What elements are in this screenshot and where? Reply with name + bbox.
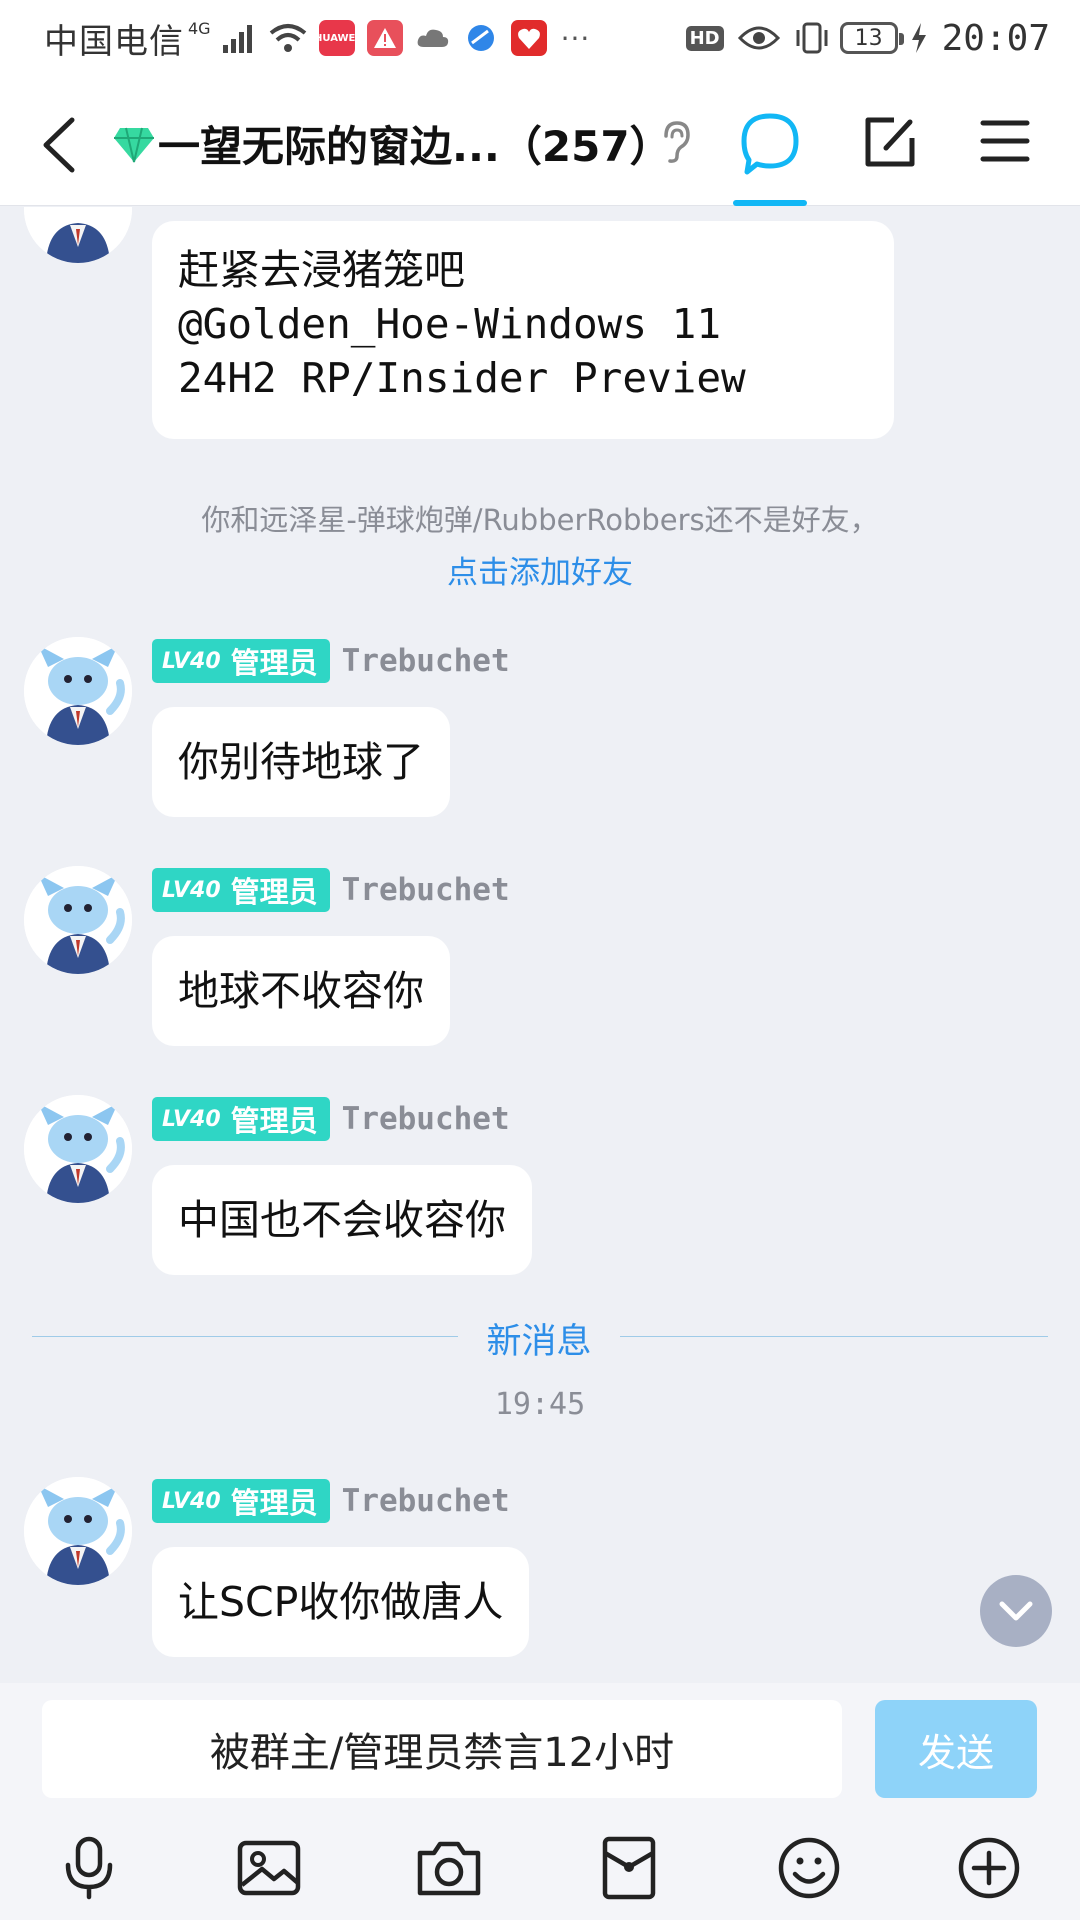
new-messages-label: 新消息 bbox=[486, 1322, 592, 1362]
more-notifications: ··· bbox=[560, 21, 591, 55]
eye-icon bbox=[737, 26, 780, 50]
ear-icon[interactable] bbox=[658, 120, 692, 164]
tab-chat[interactable] bbox=[733, 110, 807, 206]
level-badge: LV40 管理员 bbox=[152, 868, 330, 912]
network-type: 4G bbox=[188, 18, 211, 38]
clock: 20:07 bbox=[941, 17, 1050, 59]
sender-row: LV40 管理员 Trebuchet bbox=[152, 1097, 510, 1141]
character-avatar-icon bbox=[24, 207, 132, 263]
chat-header: 一望无际的窗边...（257） bbox=[0, 76, 1080, 206]
carrier-name: 中国电信 bbox=[44, 21, 184, 62]
sender-row: LV40 管理员 Trebuchet bbox=[152, 1479, 510, 1523]
divider-line bbox=[620, 1336, 1048, 1337]
send-button[interactable]: 发送 bbox=[875, 1700, 1037, 1798]
message-list[interactable]: 赶紧去浸猪笼吧 @Golden_Hoe-Windows 11 24H2 RP/I… bbox=[0, 207, 1080, 1683]
muted-input-field: 被群主/管理员禁言12小时 bbox=[42, 1700, 842, 1798]
friend-notice: 你和远泽星-弹球炮弹/RubberRobbers还不是好友， bbox=[201, 503, 879, 537]
huawei-appgallery-icon: HUAWEI bbox=[314, 20, 359, 56]
message-bubble[interactable]: 赶紧去浸猪笼吧 @Golden_Hoe-Windows 11 24H2 RP/I… bbox=[152, 221, 894, 439]
role-label: 管理员 bbox=[230, 646, 318, 680]
sender-row: LV40 管理员 Trebuchet bbox=[152, 868, 510, 912]
chevron-down-icon bbox=[999, 1601, 1033, 1621]
menu-icon[interactable] bbox=[980, 118, 1030, 164]
level-label: LV40 bbox=[162, 877, 221, 903]
avatar[interactable] bbox=[24, 1477, 132, 1585]
signal-icon bbox=[222, 25, 252, 53]
browser-icon bbox=[463, 20, 499, 56]
image-icon[interactable] bbox=[236, 1835, 302, 1901]
plus-icon[interactable] bbox=[956, 1835, 1022, 1901]
avatar[interactable] bbox=[24, 207, 132, 263]
scroll-to-bottom-button[interactable] bbox=[980, 1575, 1052, 1647]
message-bubble[interactable]: 地球不收容你 bbox=[152, 936, 450, 1046]
level-badge: LV40 管理员 bbox=[152, 639, 330, 683]
avatar[interactable] bbox=[24, 866, 132, 974]
back-button[interactable] bbox=[36, 112, 84, 178]
sender-name[interactable]: Trebuchet bbox=[342, 1483, 510, 1519]
status-bar: 中国电信 4G HUAWEI ··· HD 13 20:07 bbox=[0, 0, 1080, 76]
microphone-icon[interactable] bbox=[56, 1835, 122, 1901]
level-badge: LV40 管理员 bbox=[152, 1097, 330, 1141]
sender-name[interactable]: Trebuchet bbox=[342, 643, 510, 679]
role-label: 管理员 bbox=[230, 1486, 318, 1520]
edit-icon[interactable] bbox=[862, 114, 918, 170]
message-bubble[interactable]: 中国也不会收容你 bbox=[152, 1165, 532, 1275]
character-avatar-icon bbox=[24, 1477, 132, 1585]
divider-line bbox=[32, 1336, 458, 1337]
add-friend-link[interactable]: 点击添加好友 bbox=[0, 547, 1080, 592]
avatar[interactable] bbox=[24, 1095, 132, 1203]
new-messages-divider: 新消息 bbox=[32, 1307, 1048, 1367]
warning-app-icon bbox=[366, 20, 403, 56]
character-avatar-icon bbox=[24, 1095, 132, 1203]
level-label: LV40 bbox=[162, 1488, 221, 1514]
input-area: 被群主/管理员禁言12小时 发送 bbox=[0, 1683, 1080, 1920]
sender-row: LV40 管理员 Trebuchet bbox=[152, 639, 510, 683]
role-label: 管理员 bbox=[230, 1104, 318, 1138]
role-label: 管理员 bbox=[230, 875, 318, 909]
emoji-icon[interactable] bbox=[776, 1835, 842, 1901]
vibrate-icon bbox=[796, 22, 828, 54]
cloud-icon bbox=[415, 20, 451, 56]
diamond-icon bbox=[114, 127, 154, 163]
message-timestamp: 19:45 bbox=[494, 1387, 586, 1422]
level-label: LV40 bbox=[162, 648, 221, 674]
avatar[interactable] bbox=[24, 637, 132, 745]
red-app-icon bbox=[510, 20, 547, 56]
group-title[interactable]: 一望无际的窗边...（257） bbox=[158, 113, 672, 174]
message-bubble[interactable]: 让SCP收你做唐人 bbox=[152, 1547, 530, 1657]
character-avatar-icon bbox=[24, 637, 132, 745]
sender-name[interactable]: Trebuchet bbox=[342, 1101, 510, 1137]
sender-name[interactable]: Trebuchet bbox=[342, 872, 510, 908]
chat-bubble-icon bbox=[741, 113, 799, 175]
level-badge: LV40 管理员 bbox=[152, 1479, 330, 1523]
hd-badge: HD bbox=[685, 25, 724, 51]
charging-icon bbox=[911, 23, 926, 53]
camera-icon[interactable] bbox=[416, 1835, 482, 1901]
wifi-icon bbox=[269, 24, 306, 52]
battery-indicator: 13 bbox=[839, 22, 904, 54]
level-label: LV40 bbox=[162, 1106, 221, 1132]
message-bubble[interactable]: 你别待地球了 bbox=[152, 707, 450, 817]
red-packet-icon[interactable] bbox=[596, 1835, 662, 1901]
character-avatar-icon bbox=[24, 866, 132, 974]
tab-underline bbox=[733, 200, 807, 206]
